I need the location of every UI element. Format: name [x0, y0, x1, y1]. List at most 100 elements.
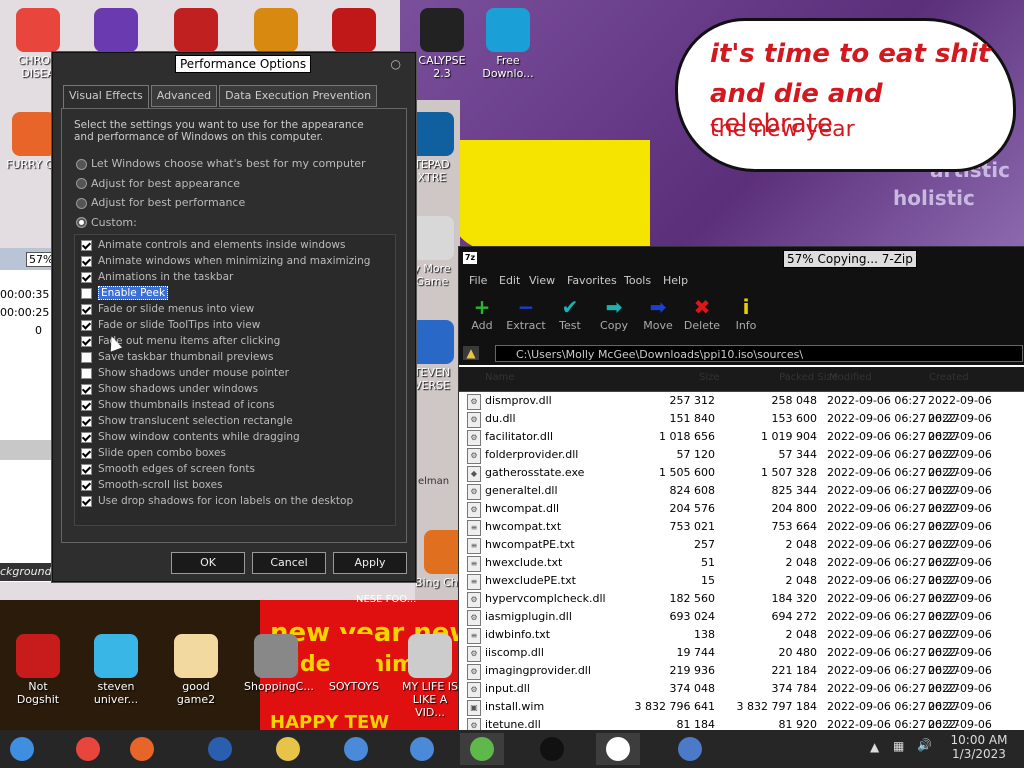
- checkbox[interactable]: [81, 319, 92, 331]
- checkbox[interactable]: [81, 239, 92, 251]
- taskbar-button[interactable]: [266, 733, 310, 765]
- desktop-icon[interactable]: MY LIFE IS LIKE A VID...: [398, 634, 462, 719]
- file-row[interactable]: ≡ hwexcludePE.txt 15 2 048 2022-09-06 06:27 2…: [459, 572, 1024, 605]
- file-row[interactable]: ≡ idwbinfo.txt 138 2 048 2022-09-06 06:27 202…: [459, 626, 1024, 659]
- desktop-icon[interactable]: steven univer...: [84, 634, 148, 706]
- checkbox[interactable]: [81, 495, 92, 507]
- file-row[interactable]: ⚙ imagingprovider.dll 219 936 221 184 2022-0…: [459, 662, 1024, 695]
- show-hidden-icons-icon[interactable]: ▲: [870, 740, 879, 754]
- file-row[interactable]: ⚙ hwcompat.dll 204 576 204 800 2022-09-06 06…: [459, 500, 1024, 533]
- file-row[interactable]: ⚙ iasmigplugin.dll 693 024 694 272 2022-09-0…: [459, 608, 1024, 641]
- file-row[interactable]: ⚙ dismprov.dll 257 312 258 048 2022-09-06 06…: [459, 392, 1024, 425]
- visual-effect-option[interactable]: Show translucent selection rectangle: [81, 413, 293, 429]
- taskbar-button[interactable]: [530, 733, 574, 765]
- visual-effect-option[interactable]: Animations in the taskbar: [81, 269, 233, 285]
- checkbox[interactable]: [81, 431, 92, 443]
- delete-button[interactable]: ✖ Delete: [679, 295, 725, 332]
- apply-button[interactable]: Apply: [333, 552, 407, 574]
- menu-view[interactable]: View: [529, 274, 555, 287]
- desktop-icon[interactable]: Free Downlo...: [476, 8, 540, 80]
- file-row[interactable]: ⚙ input.dll 374 048 374 784 2022-09-06 06:27…: [459, 680, 1024, 713]
- desktop-icon[interactable]: [164, 8, 228, 54]
- volume-icon[interactable]: 🔊: [917, 738, 932, 752]
- taskbar-button[interactable]: [0, 733, 44, 765]
- tab-visual-effects[interactable]: Visual Effects: [63, 85, 149, 109]
- radio-option[interactable]: Custom:: [76, 216, 137, 229]
- ok-button[interactable]: OK: [171, 552, 245, 574]
- desktop-icon[interactable]: [322, 8, 386, 54]
- file-row[interactable]: ◆ gatherosstate.exe 1 505 600 1 507 328 2022…: [459, 464, 1024, 497]
- file-row[interactable]: ⚙ facilitator.dll 1 018 656 1 019 904 2022-0…: [459, 428, 1024, 461]
- taskbar-button[interactable]: [460, 733, 504, 765]
- checkbox[interactable]: [81, 447, 92, 459]
- visual-effect-option[interactable]: Slide open combo boxes: [81, 445, 226, 461]
- tab-data-execution-prevention[interactable]: Data Execution Prevention: [219, 85, 378, 107]
- checkbox[interactable]: [81, 399, 92, 411]
- add-button[interactable]: + Add: [459, 295, 505, 332]
- close-icon[interactable]: ○: [391, 57, 401, 71]
- checkbox[interactable]: [81, 383, 92, 395]
- 7zip-window[interactable]: 7z 57% Copying... 7-Zip File Edit View Favo…: [458, 246, 1024, 749]
- file-row[interactable]: ▣ install.wim 3 832 796 641 3 832 797 184 20…: [459, 698, 1024, 731]
- menu-help[interactable]: Help: [663, 274, 688, 287]
- column-modified[interactable]: Modified: [829, 372, 872, 383]
- visual-effects-list[interactable]: Animate controls and elements inside win…: [74, 234, 396, 526]
- taskbar-button[interactable]: [400, 733, 444, 765]
- extract-button[interactable]: − Extract: [503, 295, 549, 332]
- desktop-icon[interactable]: good game2: [164, 634, 228, 706]
- visual-effect-option[interactable]: Use drop shadows for icon labels on the …: [81, 493, 353, 509]
- taskbar-button[interactable]: [668, 733, 712, 765]
- folder-up-icon[interactable]: ▲: [463, 346, 479, 360]
- file-row[interactable]: ⚙ iiscomp.dll 19 744 20 480 2022-09-06 06:27…: [459, 644, 1024, 677]
- file-row[interactable]: ≡ hwexclude.txt 51 2 048 2022-09-06 06:27 202…: [459, 554, 1024, 587]
- checkbox[interactable]: [81, 255, 92, 267]
- radio-option[interactable]: Let Windows choose what's best for my co…: [76, 157, 366, 170]
- background-button[interactable]: ckground: [0, 563, 52, 581]
- visual-effect-option[interactable]: Show window contents while dragging: [81, 429, 300, 445]
- visual-effect-option[interactable]: Animate windows when minimizing and maxi…: [81, 253, 370, 269]
- network-icon[interactable]: ▦: [893, 739, 904, 753]
- column-name[interactable]: Name: [485, 372, 515, 383]
- desktop-icon[interactable]: [244, 8, 308, 54]
- checkbox[interactable]: [81, 351, 92, 363]
- checkbox[interactable]: [81, 287, 92, 299]
- taskbar-button[interactable]: [120, 733, 164, 765]
- desktop-icon[interactable]: CALYPSE 2.3: [410, 8, 474, 80]
- menu-file[interactable]: File: [469, 274, 487, 287]
- visual-effect-option[interactable]: Show shadows under windows: [81, 381, 258, 397]
- taskbar-button[interactable]: [596, 733, 640, 765]
- checkbox[interactable]: [81, 335, 92, 347]
- menu-favorites[interactable]: Favorites: [567, 274, 617, 287]
- visual-effect-option[interactable]: Animate controls and elements inside win…: [81, 237, 345, 253]
- desktop-icon[interactable]: [84, 8, 148, 54]
- taskbar-button[interactable]: [198, 733, 242, 765]
- radio-option[interactable]: Adjust for best performance: [76, 196, 245, 209]
- checkbox[interactable]: [81, 463, 92, 475]
- info-button[interactable]: i Info: [723, 295, 769, 332]
- background-copy-window[interactable]: 57% 00:00:35 00:00:25 0 ckground: [0, 248, 57, 582]
- file-row[interactable]: ⚙ du.dll 151 840 153 600 2022-09-06 06:27 202…: [459, 410, 1024, 443]
- column-size[interactable]: Size: [699, 372, 720, 383]
- test-button[interactable]: ✔ Test: [547, 295, 593, 332]
- file-row[interactable]: ⚙ hypervcomplcheck.dll 182 560 184 320 2022-…: [459, 590, 1024, 623]
- file-row[interactable]: ⚙ generaltel.dll 824 608 825 344 2022-09-06 …: [459, 482, 1024, 515]
- desktop-icon[interactable]: SOYTOYS: [322, 634, 386, 693]
- desktop-icon[interactable]: Not Dogshit: [6, 634, 70, 706]
- visual-effect-option[interactable]: Fade or slide ToolTips into view: [81, 317, 260, 333]
- menu-edit[interactable]: Edit: [499, 274, 520, 287]
- desktop-icon[interactable]: ShoppingC...: [244, 634, 314, 693]
- checkbox[interactable]: [81, 271, 92, 283]
- taskbar-button[interactable]: [66, 733, 110, 765]
- column-created[interactable]: Created: [929, 372, 969, 383]
- cancel-button[interactable]: Cancel: [252, 552, 326, 574]
- file-row[interactable]: ≡ hwcompatPE.txt 257 2 048 2022-09-06 06:27 2…: [459, 536, 1024, 569]
- file-row[interactable]: ≡ hwcompat.txt 753 021 753 664 2022-09-06 06…: [459, 518, 1024, 551]
- tab-advanced[interactable]: Advanced: [150, 85, 218, 107]
- menu-tools[interactable]: Tools: [624, 274, 651, 287]
- visual-effect-option[interactable]: Fade or slide menus into view: [81, 301, 254, 317]
- visual-effect-option[interactable]: Show shadows under mouse pointer: [81, 365, 289, 381]
- file-row[interactable]: ⚙ folderprovider.dll 57 120 57 344 2022-09-0…: [459, 446, 1024, 479]
- taskbar-button[interactable]: [334, 733, 378, 765]
- visual-effect-option[interactable]: Show thumbnails instead of icons: [81, 397, 274, 413]
- visual-effect-option[interactable]: Enable Peek: [81, 285, 169, 301]
